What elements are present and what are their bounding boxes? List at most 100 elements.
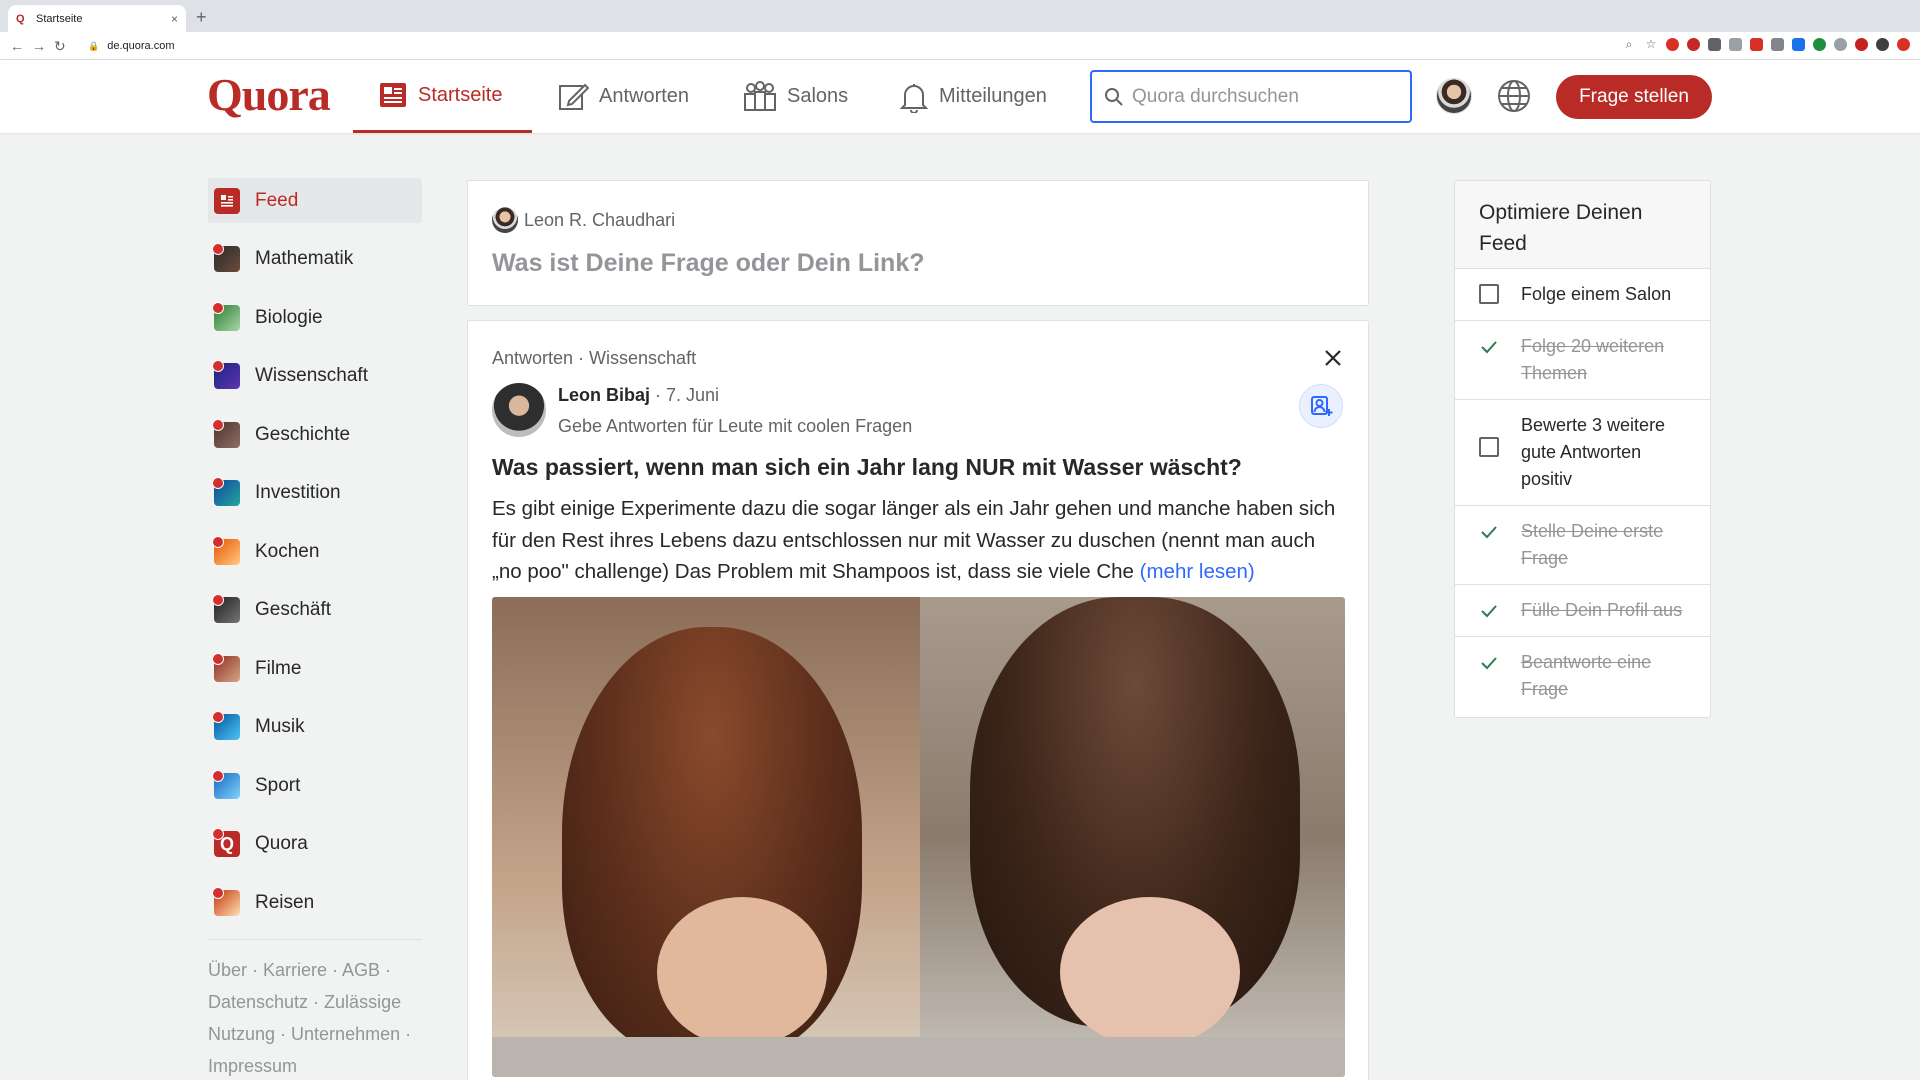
extension-grammarly-icon[interactable] — [1813, 38, 1826, 51]
sidebar-item-filme[interactable]: Filme — [208, 646, 422, 691]
ask-user: Leon R. Chaudhari — [492, 207, 675, 233]
optimize-item-folge-themen[interactable]: Folge 20 weiteren Themen — [1455, 321, 1710, 400]
close-icon[interactable] — [1321, 346, 1345, 370]
reload-icon[interactable]: ↻ — [54, 37, 66, 55]
sidebar-item-feed[interactable]: Feed — [208, 178, 422, 223]
follow-user-button[interactable] — [1299, 384, 1343, 428]
sidebar-item-kochen[interactable]: Kochen — [208, 529, 422, 574]
extensions-bar: ⌕ ☆ — [1622, 38, 1910, 51]
nav-label: Antworten — [599, 85, 690, 107]
optimize-item-label: Folge einem Salon — [1521, 284, 1672, 304]
ask-prompt[interactable]: Was ist Deine Frage oder Dein Link? — [492, 249, 925, 278]
sidebar-item-musik[interactable]: Musik — [208, 705, 422, 750]
bell-icon — [899, 83, 929, 113]
sidebar-item-quora[interactable]: Q Quora — [208, 822, 422, 867]
optimize-item-beantworte[interactable]: Beantworte eine Frage — [1455, 637, 1710, 715]
optimize-item-stelle-frage[interactable]: Stelle Deine erste Frage — [1455, 506, 1710, 585]
geschichte-topic-icon — [212, 418, 240, 448]
sidebar-item-investition[interactable]: Investition — [208, 471, 422, 516]
author-avatar[interactable] — [492, 383, 546, 437]
optimize-item-profil[interactable]: Fülle Dein Profil aus — [1455, 585, 1710, 637]
sidebar-item-label: Geschäft — [255, 599, 332, 620]
zoom-icon[interactable]: ⌕ — [1622, 38, 1636, 51]
checkmark-icon — [1481, 657, 1497, 670]
forward-arrow-icon[interactable]: → — [32, 37, 46, 55]
footer-links[interactable]: Über · Karriere · AGB · Datenschutz · Zu… — [208, 954, 422, 1080]
ask-question-box[interactable]: Leon R. Chaudhari Was ist Deine Frage od… — [467, 180, 1369, 306]
people-icon — [744, 80, 776, 111]
extension-circle-icon[interactable] — [1834, 38, 1847, 51]
optimize-item-label: Folge 20 weiteren Themen — [1521, 336, 1665, 383]
search-box[interactable] — [1090, 70, 1412, 123]
extension-iq-icon[interactable] — [1792, 38, 1805, 51]
read-more-link[interactable]: (mehr lesen) — [1140, 560, 1255, 583]
sidebar-item-sport[interactable]: Sport — [208, 763, 422, 808]
quora-favicon-icon: Q — [16, 12, 25, 25]
home-icon — [380, 83, 406, 107]
nav-label: Mitteilungen — [939, 85, 1047, 107]
feed-post: Antworten · Wissenschaft Leon Bibaj · 7.… — [467, 320, 1369, 1080]
sidebar-item-wissenschaft[interactable]: Wissenschaft — [208, 354, 422, 399]
extension-facebook-icon[interactable] — [1708, 38, 1721, 51]
sidebar-item-label: Investition — [255, 482, 341, 503]
follow-user-icon — [1311, 396, 1333, 416]
checkbox-icon[interactable] — [1479, 437, 1499, 457]
topic-sidebar: Feed Mathematik Biologie Wissenschaft Ge… — [208, 178, 422, 1080]
globe-icon[interactable] — [1497, 79, 1531, 113]
sidebar-item-label: Sport — [255, 774, 301, 796]
sidebar-item-reisen[interactable]: Reisen — [208, 880, 422, 925]
browser-tab[interactable]: Q Startseite × — [8, 5, 186, 32]
extension-adblock-icon[interactable] — [1750, 38, 1763, 51]
optimize-feed-card: Optimiere Deinen Feed Folge einem Salon … — [1454, 180, 1711, 718]
sidebar-item-mathematik[interactable]: Mathematik — [208, 237, 422, 282]
nav-mitteilungen[interactable]: Mitteilungen — [899, 60, 1047, 133]
back-arrow-icon[interactable]: ← — [10, 37, 24, 55]
tab-close-icon[interactable]: × — [171, 12, 178, 26]
post-image[interactable] — [492, 597, 1345, 1077]
bookmark-star-icon[interactable]: ☆ — [1644, 38, 1658, 51]
extension-abp-icon[interactable] — [1855, 38, 1868, 51]
nav-salons[interactable]: Salons — [743, 60, 848, 133]
post-body[interactable]: Es gibt einige Experimente dazu die soga… — [492, 493, 1348, 588]
post-meta[interactable]: Antworten · Wissenschaft — [492, 348, 696, 369]
author-name[interactable]: Leon Bibaj — [558, 385, 650, 405]
extension-opera-icon[interactable] — [1666, 38, 1679, 51]
extension-record-icon[interactable] — [1897, 38, 1910, 51]
extension-grey-icon[interactable] — [1729, 38, 1742, 51]
profile-avatar-icon[interactable] — [1876, 38, 1889, 51]
new-tab-button[interactable]: + — [196, 8, 207, 26]
sidebar-item-label: Filme — [255, 657, 302, 679]
post-image-right — [920, 597, 1345, 1077]
search-input[interactable] — [1132, 85, 1402, 108]
post-title[interactable]: Was passiert, wenn man sich ein Jahr lan… — [492, 454, 1242, 481]
nav-antworten[interactable]: Antworten — [557, 60, 689, 133]
sidebar-item-biologie[interactable]: Biologie — [208, 295, 422, 340]
post-date: · 7. Juni — [650, 385, 720, 405]
biologie-topic-icon — [212, 301, 240, 331]
checkbox-icon[interactable] — [1479, 284, 1499, 304]
author-bio: Gebe Antworten für Leute mit coolen Frag… — [558, 416, 913, 436]
checkmark-icon — [1481, 526, 1497, 539]
optimize-item-bewerte[interactable]: Bewerte 3 weitere gute Antworten positiv — [1455, 400, 1710, 506]
url-text: de.quora.com — [107, 40, 175, 52]
sport-topic-icon — [212, 769, 240, 799]
nav-startseite[interactable]: Startseite — [353, 60, 532, 133]
extension-screen-icon[interactable] — [1771, 38, 1784, 51]
quora-logo[interactable]: Quora — [207, 68, 331, 121]
ask-question-button[interactable]: Frage stellen — [1556, 75, 1712, 119]
geschaeft-topic-icon — [212, 594, 240, 623]
optimize-item-folge-salon[interactable]: Folge einem Salon — [1455, 269, 1710, 321]
feed-icon — [214, 187, 240, 214]
user-avatar[interactable] — [1436, 78, 1472, 114]
optimize-item-label: Stelle Deine erste Frage — [1521, 521, 1664, 568]
mathematik-topic-icon — [212, 243, 240, 272]
url-field[interactable]: 🔒 de.quora.com — [88, 35, 1588, 57]
kochen-topic-icon — [212, 535, 240, 565]
sidebar-item-label: Feed — [255, 189, 299, 211]
sidebar-item-geschichte[interactable]: Geschichte — [208, 412, 422, 457]
quora-topic-icon: Q — [212, 828, 240, 857]
sidebar-item-geschaeft[interactable]: Geschäft — [208, 588, 422, 633]
tab-title: Startseite — [36, 12, 83, 25]
extension-red-icon[interactable] — [1687, 38, 1700, 51]
lock-icon: 🔒 — [88, 40, 100, 51]
